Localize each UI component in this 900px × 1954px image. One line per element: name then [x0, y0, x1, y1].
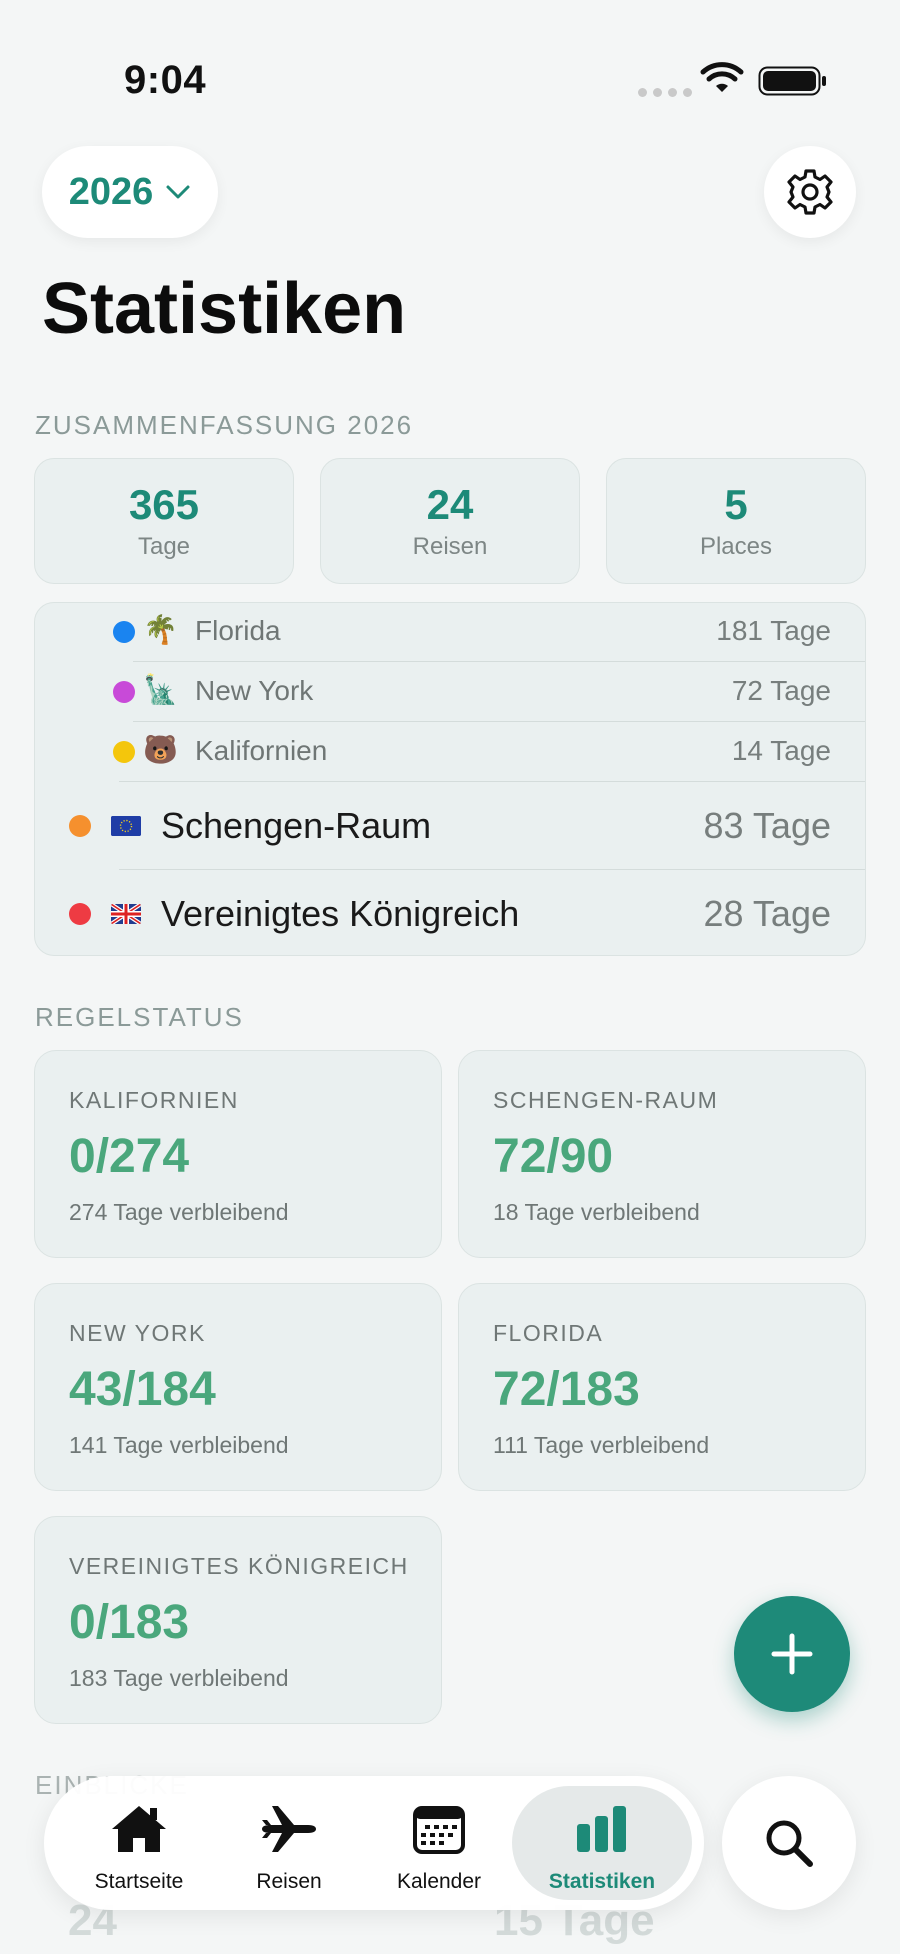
- divider: [133, 721, 865, 722]
- summary-label: Reisen: [412, 533, 488, 560]
- bar-chart-icon: [577, 1806, 626, 1852]
- breakdown-name: Florida: [195, 615, 281, 646]
- rule-card-uk[interactable]: VEREINIGTES KÖNIGREICH 0/183 183 Tage ve…: [34, 1516, 442, 1724]
- summary-card-places: 5 Places: [606, 458, 866, 584]
- color-dot: [113, 681, 135, 703]
- search-button[interactable]: [722, 1776, 856, 1910]
- add-trip-button[interactable]: [734, 1596, 850, 1712]
- tab-label: Statistiken: [548, 1870, 656, 1893]
- summary-value: 24: [426, 481, 474, 528]
- tab-statistiken[interactable]: Statistiken: [527, 1776, 677, 1910]
- page-title: Statistiken: [42, 269, 407, 349]
- house-icon: [112, 1806, 166, 1852]
- rule-remaining: 18 Tage verbleibend: [493, 1199, 700, 1225]
- breakdown-row-uk[interactable]: Vereinigtes Königreich 28 Tage: [35, 871, 865, 955]
- wifi-icon: [700, 62, 744, 92]
- summary-section-label: ZUSAMMENFASSUNG 2026: [35, 410, 414, 440]
- rule-remaining: 111 Tage verbleibend: [493, 1432, 710, 1458]
- summary-card-days: 365 Tage: [34, 458, 294, 584]
- color-dot: [69, 903, 91, 925]
- summary-value: 5: [724, 481, 748, 528]
- tab-bar: Startseite Reisen Kalender Statistiken: [44, 1776, 704, 1910]
- rule-card-florida[interactable]: FLORIDA 72/183 111 Tage verbleibend: [458, 1283, 866, 1491]
- breakdown-days: 83 Tage: [703, 805, 831, 846]
- rule-value: 43/184: [69, 1363, 216, 1416]
- breakdown-name: Kalifornien: [195, 735, 328, 766]
- rule-title: NEW YORK: [69, 1320, 206, 1346]
- breakdown-row-new-york[interactable]: 🗽 New York 72 Tage: [35, 663, 865, 721]
- breakdown-days: 181 Tage: [716, 615, 831, 646]
- breakdown-row-kalifornien[interactable]: 🐻 Kalifornien 14 Tage: [35, 723, 865, 781]
- search-icon: [766, 1820, 813, 1867]
- rule-value: 0/183: [69, 1596, 190, 1649]
- breakdown-days: 28 Tage: [703, 893, 831, 934]
- rule-remaining: 141 Tage verbleibend: [69, 1432, 289, 1458]
- status-time: 9:04: [124, 58, 207, 102]
- divider: [119, 869, 865, 870]
- color-dot: [69, 815, 91, 837]
- rule-title: VEREINIGTES KÖNIGREICH: [69, 1553, 409, 1579]
- divider: [133, 661, 865, 662]
- days-breakdown-list: 🌴 Florida 181 Tage 🗽 New York 72 Tage 🐻 …: [34, 602, 866, 956]
- rule-card-kalifornien[interactable]: KALIFORNIEN 0/274 274 Tage verbleibend: [34, 1050, 442, 1258]
- breakdown-days: 14 Tage: [731, 735, 831, 766]
- signal-dots-icon: [638, 88, 692, 97]
- tab-kalender[interactable]: Kalender: [364, 1776, 514, 1910]
- divider: [119, 781, 865, 782]
- rule-title: SCHENGEN-RAUM: [493, 1087, 719, 1113]
- rule-value: 72/90: [493, 1130, 614, 1183]
- summary-label: Tage: [137, 533, 191, 560]
- color-dot: [113, 621, 135, 643]
- summary-label: Places: [699, 533, 773, 560]
- statue-of-liberty-icon: 🗽: [143, 673, 178, 706]
- rule-remaining: 274 Tage verbleibend: [69, 1199, 289, 1225]
- uk-flag-icon: [111, 904, 141, 924]
- rule-value: 72/183: [493, 1363, 640, 1416]
- summary-value: 365: [128, 481, 200, 528]
- palm-tree-icon: 🌴: [143, 613, 178, 646]
- rule-title: FLORIDA: [493, 1320, 604, 1346]
- battery-icon: [758, 66, 826, 96]
- breakdown-name: New York: [195, 675, 314, 706]
- breakdown-name: Vereinigtes Königreich: [161, 893, 520, 934]
- rule-card-schengen[interactable]: SCHENGEN-RAUM 72/90 18 Tage verbleibend: [458, 1050, 866, 1258]
- summary-card-trips: 24 Reisen: [320, 458, 580, 584]
- tab-label: Startseite: [94, 1870, 184, 1893]
- breakdown-name: Schengen-Raum: [161, 805, 432, 846]
- plus-icon: [771, 1633, 813, 1675]
- bear-icon: 🐻: [143, 733, 178, 766]
- breakdown-row-schengen[interactable]: Schengen-Raum 83 Tage: [35, 783, 865, 869]
- tab-reisen[interactable]: Reisen: [214, 1776, 364, 1910]
- rule-value: 0/274: [69, 1130, 190, 1183]
- year-label: 2026: [68, 170, 154, 213]
- rule-remaining: 183 Tage verbleibend: [69, 1665, 289, 1691]
- gear-icon: [787, 169, 833, 215]
- airplane-icon: [262, 1806, 316, 1852]
- settings-button[interactable]: [764, 146, 856, 238]
- tab-startseite[interactable]: Startseite: [64, 1776, 214, 1910]
- eu-flag-icon: [111, 816, 141, 836]
- chevron-down-icon: [166, 185, 190, 199]
- rules-section-label: REGELSTATUS: [35, 1002, 244, 1032]
- breakdown-row-florida[interactable]: 🌴 Florida 181 Tage: [35, 603, 865, 661]
- color-dot: [113, 741, 135, 763]
- rule-card-new-york[interactable]: NEW YORK 43/184 141 Tage verbleibend: [34, 1283, 442, 1491]
- tab-label: Kalender: [396, 1870, 482, 1893]
- breakdown-days: 72 Tage: [731, 675, 831, 706]
- calendar-icon: [413, 1806, 465, 1854]
- tab-label: Reisen: [256, 1870, 322, 1893]
- year-picker[interactable]: 2026: [42, 146, 218, 238]
- rule-title: KALIFORNIEN: [69, 1087, 239, 1113]
